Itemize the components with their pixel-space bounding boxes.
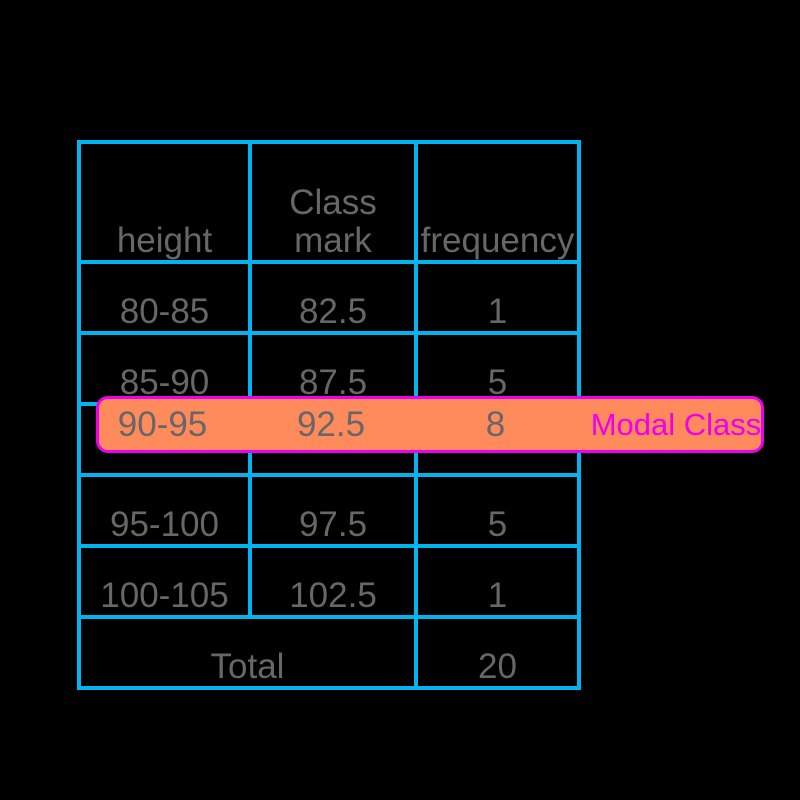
cell-class-mark: 87.5	[248, 331, 418, 406]
cell-height: 85-90	[77, 331, 252, 406]
cell-class-mark: 97.5	[248, 473, 418, 548]
cell-height: 90-95	[77, 402, 252, 477]
total-label: Total	[77, 615, 418, 690]
table-row: 80-85 82.5 1	[77, 260, 581, 335]
cell-frequency: 1	[414, 544, 581, 619]
column-header-height: height	[77, 140, 252, 264]
table-total-row: Total 20	[77, 615, 581, 690]
cell-frequency: 8	[414, 402, 581, 477]
table-row: 100-105 102.5 1	[77, 544, 581, 619]
frequency-distribution-table: height Class mark frequency 80-85 82.5 1…	[77, 140, 581, 690]
cell-frequency: 5	[414, 331, 581, 406]
total-value: 20	[414, 615, 581, 690]
cell-height: 80-85	[77, 260, 252, 335]
cell-frequency: 1	[414, 260, 581, 335]
cell-class-mark: 102.5	[248, 544, 418, 619]
table-row: 85-90 87.5 5	[77, 331, 581, 406]
cell-class-mark: 82.5	[248, 260, 418, 335]
cell-class-mark: 92.5	[248, 402, 418, 477]
cell-height: 100-105	[77, 544, 252, 619]
table-row-modal-class: 90-95 92.5 8	[77, 402, 581, 477]
cell-frequency: 5	[414, 473, 581, 548]
cell-height: 95-100	[77, 473, 252, 548]
table-header-row: height Class mark frequency	[77, 140, 581, 264]
column-header-classmark: Class mark	[248, 140, 418, 264]
column-header-frequency: frequency	[414, 140, 581, 264]
table-row: 95-100 97.5 5	[77, 473, 581, 548]
